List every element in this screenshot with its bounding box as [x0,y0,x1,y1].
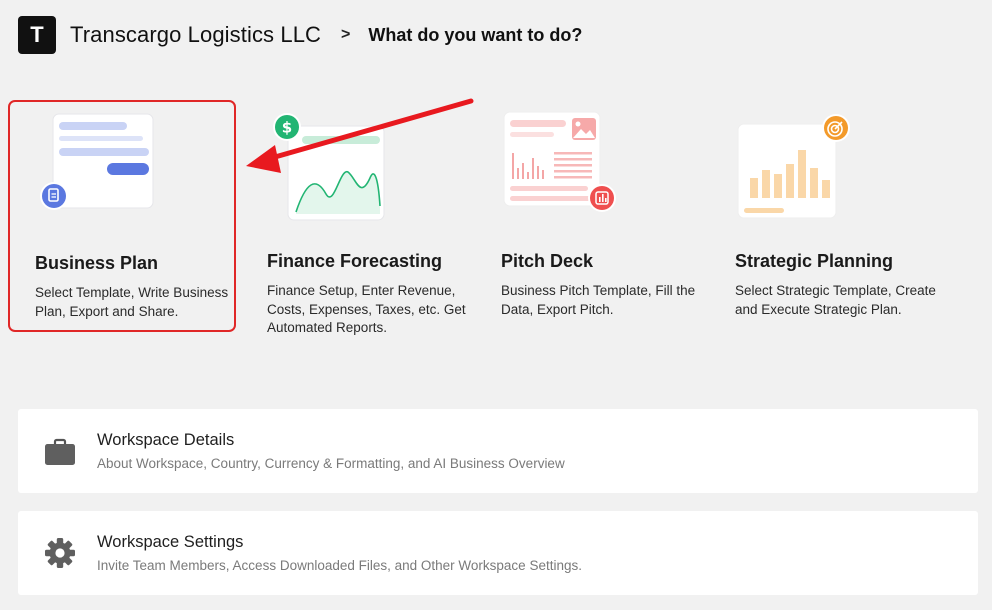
svg-text:$: $ [282,119,292,137]
panel-title: Workspace Details [97,431,235,449]
card-business-plan[interactable]: Business Plan Select Template, Write Bus… [8,100,236,332]
chart-icon [588,184,616,212]
workspace-details-panel[interactable]: Workspace Details About Workspace, Count… [18,409,978,493]
company-name[interactable]: Transcargo Logistics LLC [70,22,321,48]
gear-icon [45,538,75,568]
panel-description: About Workspace, Country, Currency & For… [97,456,565,471]
card-description: Select Strategic Template, Create and Ex… [735,283,936,317]
target-icon [822,114,850,142]
panel-description: Invite Team Members, Access Downloaded F… [97,558,582,573]
document-icon [40,182,68,210]
card-description: Finance Setup, Enter Revenue, Costs, Exp… [267,283,466,335]
header: T Transcargo Logistics LLC > What do you… [18,16,582,54]
card-title: Pitch Deck [501,251,594,271]
briefcase-icon [45,438,75,465]
card-title: Business Plan [35,253,159,273]
breadcrumb-separator: > [341,26,351,43]
business-plan-illustration [40,113,154,210]
pitch-deck-illustration [503,111,616,212]
card-description: Select Template, Write Business Plan, Ex… [35,285,229,319]
card-strategic-planning[interactable]: Strategic Planning Select Strategic Temp… [710,100,938,332]
card-description: Business Pitch Template, Fill the Data, … [501,283,696,317]
card-finance-forecasting[interactable]: $ Finance Forecasting Finance Setup, Ent… [242,100,470,335]
card-title: Finance Forecasting [267,251,443,271]
card-title: Strategic Planning [735,251,894,271]
dollar-icon: $ [273,113,301,141]
panel-title: Workspace Settings [97,533,244,551]
workspace-logo[interactable]: T [18,16,56,54]
strategic-planning-illustration [737,114,850,219]
card-pitch-deck[interactable]: Pitch Deck Business Pitch Template, Fill… [476,100,704,332]
workspace-settings-panel[interactable]: Workspace Settings Invite Team Members, … [18,511,978,595]
page-title: What do you want to do? [368,24,583,45]
finance-forecasting-illustration: $ [273,113,385,221]
